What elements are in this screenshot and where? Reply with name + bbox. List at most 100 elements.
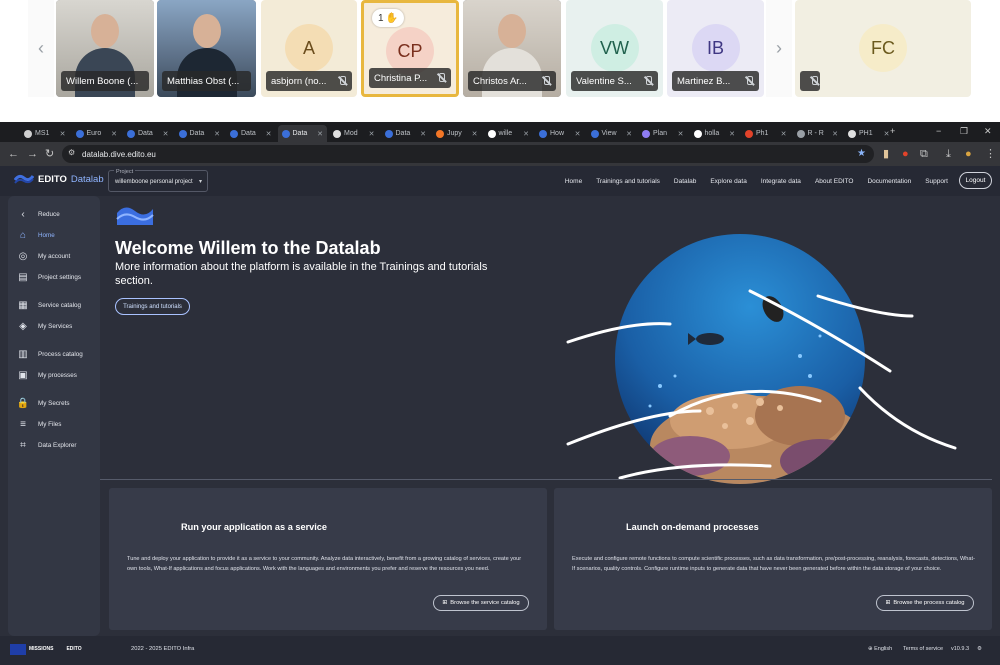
participant-avatar: IB — [691, 24, 740, 72]
brand-part2: Datalab — [70, 173, 104, 185]
nav-link-datalab[interactable]: Datalab — [674, 178, 696, 185]
edito-logo[interactable]: EDITO Datalab — [14, 173, 104, 185]
browser-tab[interactable]: R - R ✕ — [793, 125, 843, 142]
tab-close-icon[interactable]: ✕ — [832, 130, 838, 138]
meeting-participants-strip: ‹ Willem Boone (... Matthias Obst (... Aas… — [0, 0, 1000, 118]
browser-tab[interactable]: MS1 ✕ — [20, 125, 70, 142]
tab-close-icon[interactable]: ✕ — [111, 130, 117, 138]
project-selector[interactable]: Project willemboone personal project ▾ — [108, 169, 208, 192]
participant-tile[interactable]: IB Martinez B... — [667, 0, 764, 97]
logout-button[interactable]: Logout — [959, 172, 992, 189]
close-window-icon[interactable]: ✕ — [984, 126, 992, 137]
sidebar-item-home[interactable]: ⌂ Home — [8, 226, 100, 244]
tab-close-icon[interactable]: ✕ — [729, 130, 735, 138]
nav-link-home[interactable]: Home — [565, 178, 582, 185]
browser-tab[interactable]: Ph1 ✕ — [741, 125, 791, 142]
nav-link-integrate-data[interactable]: Integrate data — [761, 178, 801, 185]
nav-link-about-edito[interactable]: About EDITO — [815, 178, 854, 185]
sidebar-item-project-settings[interactable]: ▤ Project settings — [8, 268, 100, 286]
extension-red-icon[interactable]: ● — [902, 147, 909, 161]
tab-label: Data — [138, 130, 153, 137]
participant-tile[interactable]: Matthias Obst (... — [157, 0, 256, 97]
new-tab-button[interactable]: + — [890, 126, 895, 136]
sidebar-item-process-catalog[interactable]: ▥ Process catalog — [8, 345, 100, 363]
browser-tab[interactable]: Data ✕ — [226, 125, 276, 142]
tab-close-icon[interactable]: ✕ — [420, 130, 426, 138]
process-card: Launch on-demand processes Execute and c… — [554, 488, 992, 630]
browse-service-catalog-button[interactable]: ⊞ Browse the service catalog — [433, 595, 529, 611]
bookmark-star-icon[interactable]: ★ — [857, 148, 866, 159]
sidebar-item-my-services[interactable]: ◈ My Services — [8, 317, 100, 335]
tab-close-icon[interactable]: ✕ — [163, 130, 169, 138]
reload-icon[interactable]: ↻ — [45, 147, 54, 161]
sidebar-item-my-account[interactable]: ◎ My account — [8, 247, 100, 265]
maximize-icon[interactable]: ❐ — [960, 126, 968, 137]
tab-close-icon[interactable]: ✕ — [575, 130, 581, 138]
browser-toolbar: ← → ↻ ⚙ datalab.dive.edito.eu ★ ▮ ● ⧉ ⤓ … — [0, 142, 1000, 166]
back-icon[interactable]: ← — [8, 147, 19, 161]
participant-tile[interactable]: CP 1 ✋ Christina P... — [361, 0, 459, 97]
nav-link-trainings-and-tutorials[interactable]: Trainings and tutorials — [596, 178, 660, 185]
tab-close-icon[interactable]: ✕ — [472, 130, 478, 138]
tab-close-icon[interactable]: ✕ — [781, 130, 787, 138]
tab-close-icon[interactable]: ✕ — [678, 130, 684, 138]
participant-tile[interactable]: Christos Ar... — [463, 0, 561, 97]
tab-close-icon[interactable]: ✕ — [626, 130, 632, 138]
browser-tab[interactable]: Plan ✕ — [638, 125, 688, 142]
site-info-icon[interactable]: ⚙ — [68, 148, 75, 157]
eu-missions-logo: MISSIONS EDITO — [10, 641, 118, 657]
terms-link[interactable]: Terms of service — [903, 646, 943, 652]
browser-tab[interactable]: Data ✕ — [381, 125, 431, 142]
browser-tab[interactable]: holla ✕ — [690, 125, 740, 142]
sidebar-item-data-explorer[interactable]: ⌗ Data Explorer — [8, 436, 100, 454]
participant-tile[interactable]: Willem Boone (... — [56, 0, 154, 97]
tab-label: PH1 — [859, 130, 873, 137]
tab-close-icon[interactable]: ✕ — [884, 130, 890, 138]
language-selector[interactable]: ⊕ English — [868, 646, 892, 652]
welcome-subtitle: More information about the platform is a… — [115, 261, 488, 287]
tab-favicon-icon — [24, 129, 32, 138]
browse-process-catalog-button[interactable]: ⊞ Browse the process catalog — [876, 595, 974, 611]
sidebar-item-my-processes[interactable]: ▣ My processes — [8, 366, 100, 384]
trainings-button[interactable]: Trainings and tutorials — [115, 298, 190, 315]
tab-close-icon[interactable]: ✕ — [60, 130, 66, 138]
browser-menu-icon[interactable]: ⋮ — [985, 147, 996, 161]
participant-tile[interactable]: FC — [795, 0, 971, 97]
settings-icon[interactable]: ⚙ — [977, 646, 982, 652]
nav-link-explore-data[interactable]: Explore data — [710, 178, 747, 185]
tab-close-icon[interactable]: ✕ — [266, 130, 272, 138]
extensions-puzzle-icon[interactable]: ⧉ — [920, 147, 928, 161]
extension-icon[interactable]: ▮ — [883, 147, 889, 161]
nav-link-documentation[interactable]: Documentation — [867, 178, 911, 185]
tab-favicon-icon — [333, 129, 341, 138]
forward-icon[interactable]: → — [27, 147, 38, 161]
download-icon[interactable]: ⤓ — [946, 147, 951, 161]
browser-tab[interactable]: Data ✕ — [123, 125, 173, 142]
browser-tab[interactable]: Data ✕ — [175, 125, 225, 142]
sidebar-item-service-catalog[interactable]: ▦ Service catalog — [8, 296, 100, 314]
profile-avatar-icon[interactable]: ● — [965, 147, 972, 161]
browser-tab[interactable]: How ✕ — [535, 125, 585, 142]
browser-tab[interactable]: View ✕ — [587, 125, 637, 142]
minimize-icon[interactable]: − — [936, 126, 941, 136]
address-bar[interactable]: ⚙ datalab.dive.edito.eu ★ — [62, 145, 874, 163]
sidebar-item-my-files[interactable]: ≡ My Files — [8, 415, 100, 433]
tab-close-icon[interactable]: ✕ — [317, 130, 323, 138]
chevron-left-icon[interactable]: ‹ — [28, 0, 54, 97]
browser-tab[interactable]: PH1 ✕ — [844, 125, 894, 142]
browser-tab[interactable]: Data ✕ — [277, 125, 327, 142]
browser-tab[interactable]: Jupy ✕ — [432, 125, 482, 142]
tab-close-icon[interactable]: ✕ — [214, 130, 220, 138]
nav-link-support[interactable]: Support — [925, 178, 948, 185]
browser-tab[interactable]: Mod ✕ — [329, 125, 379, 142]
sidebar-item-reduce[interactable]: ‹ Reduce — [8, 205, 100, 223]
participant-tile[interactable]: Aasbjorn (no... — [261, 0, 357, 97]
browser-tab[interactable]: wille ✕ — [484, 125, 534, 142]
sidebar-item-my-secrets[interactable]: 🔒 My Secrets — [8, 394, 100, 412]
chevron-right-icon[interactable]: › — [766, 0, 792, 97]
tab-close-icon[interactable]: ✕ — [523, 130, 529, 138]
tab-favicon-icon — [796, 129, 805, 138]
participant-tile[interactable]: VW Valentine S... — [566, 0, 663, 97]
browser-tab[interactable]: Euro ✕ — [72, 125, 122, 142]
tab-close-icon[interactable]: ✕ — [369, 130, 375, 138]
